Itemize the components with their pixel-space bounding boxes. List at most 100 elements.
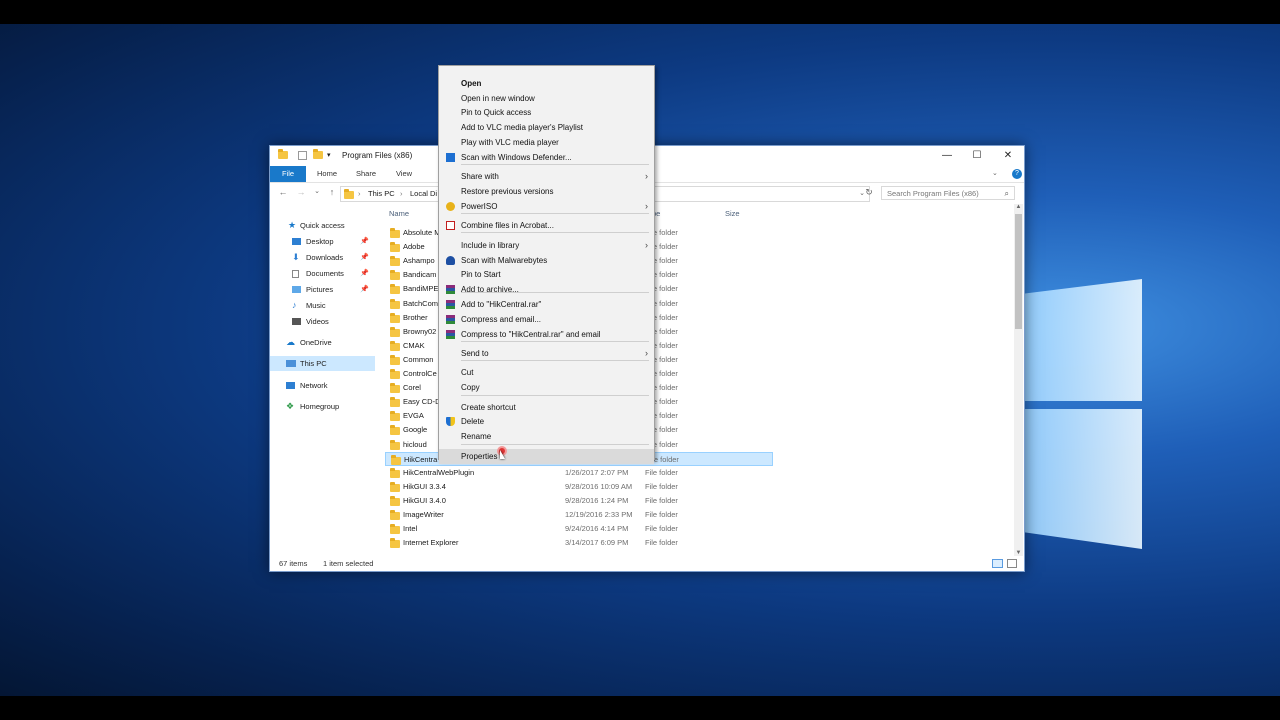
menu-item-include-in-library[interactable]: Include in library › <box>439 238 654 253</box>
sidebar-item-music[interactable]: ♪ Music <box>270 298 375 313</box>
tab-share[interactable]: Share <box>352 166 380 182</box>
table-row[interactable]: Internet Explorer 3/14/2017 6:09 PM File f… <box>385 536 773 550</box>
menu-item-delete[interactable]: Delete <box>439 414 654 429</box>
menu-item-open-in-new-window[interactable]: Open in new window <box>439 91 654 106</box>
search-input[interactable]: Search Program Files (x86) ⌕ <box>881 186 1015 200</box>
close-button[interactable]: ✕ <box>993 148 1023 164</box>
menu-item-send-to[interactable]: Send to › <box>439 346 654 361</box>
tab-home[interactable]: Home <box>314 166 340 182</box>
malwarebytes-icon <box>446 256 455 265</box>
details-view-icon[interactable] <box>992 559 1003 568</box>
large-icons-view-icon[interactable] <box>1007 559 1017 568</box>
breadcrumb-this-pc[interactable]: This PC <box>368 187 395 201</box>
menu-item-properties[interactable]: Properties <box>439 449 654 464</box>
menu-item-scan-with-malwarebytes[interactable]: Scan with Malwarebytes <box>439 253 654 268</box>
back-arrow-icon[interactable]: ← <box>276 187 290 197</box>
menu-item-add-to-archive[interactable]: Add to archive... <box>439 282 654 297</box>
tab-file[interactable]: File <box>270 166 306 182</box>
acrobat-icon <box>446 221 455 230</box>
help-icon[interactable]: ? <box>1012 169 1022 179</box>
minimize-button[interactable]: — <box>932 148 962 164</box>
menu-item-label: Add to "HikCentral.rar" <box>461 300 542 309</box>
table-row[interactable]: Intel 9/24/2016 4:14 PM File folder <box>385 522 773 536</box>
menu-item-compress-to-rar-and-email[interactable]: Compress to "HikCentral.rar" and email <box>439 327 654 342</box>
chevron-right-icon: › <box>645 201 648 211</box>
sidebar-item-documents[interactable]: Documents 📌 <box>270 266 375 281</box>
table-row[interactable]: HikCentralWebPlugin 1/26/2017 2:07 PM File… <box>385 466 773 480</box>
menu-item-add-to-hikcentral-rar[interactable]: Add to "HikCentral.rar" <box>439 297 654 312</box>
menu-item-pin-to-quick-access[interactable]: Pin to Quick access <box>439 105 654 120</box>
sidebar-item-downloads[interactable]: ⬇ Downloads 📌 <box>270 250 375 265</box>
menu-item-combine-in-acrobat[interactable]: Combine files in Acrobat... <box>439 218 654 233</box>
file-type: File folder <box>645 467 678 477</box>
expand-ribbon-icon[interactable]: ⌄ <box>992 169 998 177</box>
chevron-right-icon: › <box>645 240 648 250</box>
sidebar-item-videos[interactable]: Videos <box>270 314 375 329</box>
file-date: 9/28/2016 10:09 AM <box>565 481 633 491</box>
menu-item-compress-and-email[interactable]: Compress and email... <box>439 312 654 327</box>
pin-icon[interactable]: 📌 <box>360 250 369 265</box>
document-icon <box>292 270 299 278</box>
sidebar-item-pictures[interactable]: Pictures 📌 <box>270 282 375 297</box>
menu-item-open[interactable]: Open <box>439 76 654 91</box>
refresh-icon[interactable]: ↻ <box>862 187 876 198</box>
maximize-button[interactable]: ☐ <box>962 148 992 164</box>
table-row[interactable]: ImageWriter 12/19/2016 2:33 PM File folder <box>385 508 773 522</box>
pin-icon[interactable]: 📌 <box>360 282 369 297</box>
table-row[interactable]: HikGUI 3.4.0 9/28/2016 1:24 PM File folder <box>385 494 773 508</box>
download-arrow-icon: ⬇ <box>292 252 300 262</box>
forward-arrow-icon[interactable]: → <box>294 187 308 197</box>
menu-item-label: Restore previous versions <box>461 187 554 196</box>
sidebar-item-quick-access[interactable]: ★ Quick access <box>270 218 375 233</box>
sidebar-item-onedrive[interactable]: ☁ OneDrive <box>270 335 375 350</box>
menu-item-label: Play with VLC media player <box>461 138 559 147</box>
menu-item-label: Rename <box>461 432 492 441</box>
cloud-icon: ☁ <box>286 337 295 347</box>
sidebar-item-network[interactable]: Network <box>270 378 375 393</box>
menu-item-share-with[interactable]: Share with › <box>439 169 654 184</box>
menu-separator <box>461 164 649 165</box>
sidebar-item-this-pc[interactable]: This PC <box>270 356 375 371</box>
recent-locations-icon[interactable]: ⌄ <box>310 187 324 195</box>
menu-item-poweriso[interactable]: PowerISO › <box>439 199 654 214</box>
properties-quick-icon[interactable] <box>298 151 307 160</box>
up-arrow-icon[interactable]: ↑ <box>325 187 339 197</box>
column-header-size[interactable]: Size <box>725 209 740 218</box>
selected-count: 1 item selected <box>323 559 374 568</box>
menu-item-restore-previous-versions[interactable]: Restore previous versions <box>439 184 654 199</box>
computer-icon <box>286 360 296 367</box>
file-type: File folder <box>645 538 678 548</box>
menu-item-label: Pin to Start <box>461 270 501 279</box>
menu-item-label: Combine files in Acrobat... <box>461 221 554 230</box>
pin-icon[interactable]: 📌 <box>360 234 369 249</box>
menu-item-copy[interactable]: Copy <box>439 380 654 395</box>
vertical-scrollbar[interactable]: ▲ ▼ <box>1014 204 1023 556</box>
scrollbar-thumb[interactable] <box>1015 214 1022 329</box>
menu-item-label: Add to archive... <box>461 285 519 294</box>
folder-icon <box>278 149 288 160</box>
menu-item-cut[interactable]: Cut <box>439 365 654 380</box>
sidebar-item-desktop[interactable]: Desktop 📌 <box>270 234 375 249</box>
customize-toolbar-icon[interactable]: ▾ <box>327 151 337 160</box>
tab-view[interactable]: View <box>392 166 416 182</box>
file-name: Adobe <box>403 242 425 252</box>
menu-item-pin-to-start[interactable]: Pin to Start <box>439 267 654 282</box>
file-date: 9/24/2016 4:14 PM <box>565 524 629 534</box>
menu-item-label: Delete <box>461 417 485 426</box>
sidebar-item-homegroup[interactable]: ❖ Homegroup <box>270 399 375 414</box>
new-folder-icon[interactable] <box>313 149 323 160</box>
menu-separator <box>461 360 649 361</box>
scroll-up-icon[interactable]: ▲ <box>1014 204 1023 210</box>
menu-item-scan-with-windows-defender[interactable]: Scan with Windows Defender... <box>439 150 654 165</box>
table-row[interactable]: HikGUI 3.3.4 9/28/2016 10:09 AM File folde… <box>385 480 773 494</box>
menu-item-create-shortcut[interactable]: Create shortcut <box>439 400 654 415</box>
menu-item-rename[interactable]: Rename <box>439 429 654 444</box>
winrar-icon <box>446 330 455 339</box>
column-header-name[interactable]: Name <box>389 209 409 218</box>
breadcrumb-local-disk[interactable]: Local Di <box>410 187 437 201</box>
menu-item-add-to-vlc-playlist[interactable]: Add to VLC media player's Playlist <box>439 120 654 135</box>
menu-item-play-with-vlc[interactable]: Play with VLC media player <box>439 135 654 150</box>
context-menu: Open Open in new window Pin to Quick acces… <box>438 65 655 464</box>
file-date: 9/28/2016 1:24 PM <box>565 495 629 505</box>
pin-icon[interactable]: 📌 <box>360 266 369 281</box>
